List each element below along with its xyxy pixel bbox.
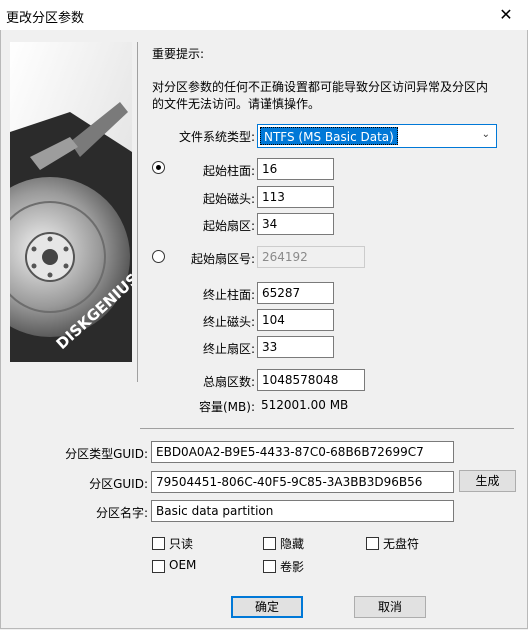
ok-button[interactable]: 确定 <box>231 596 303 618</box>
fs-type-value: NTFS (MS Basic Data) <box>260 127 398 145</box>
end-head-field[interactable]: 104 <box>257 309 334 331</box>
start-head-label: 起始磁头: <box>202 192 255 206</box>
total-sectors-label: 总扇区数: <box>202 375 255 389</box>
capacity-value: 512001.00 MB <box>261 398 349 412</box>
hidden-checkbox[interactable] <box>263 537 276 550</box>
start-lba-field[interactable]: 264192 <box>257 246 365 268</box>
notice-line-1: 对分区参数的任何不正确设置都可能导致分区访问异常及分区内 <box>152 80 489 94</box>
start-sector-label: 起始扇区: <box>202 219 255 233</box>
shadow-label: 卷影 <box>280 560 305 574</box>
radio-chs-start[interactable] <box>152 161 165 174</box>
title-bar: 更改分区参数 ✕ <box>0 0 528 30</box>
partition-name-label: 分区名字: <box>95 506 148 520</box>
end-head-label: 终止磁头: <box>202 315 255 329</box>
vertical-divider <box>137 42 138 382</box>
generate-guid-button[interactable]: 生成 <box>459 470 516 492</box>
start-lba-label: 起始扇区号: <box>190 252 255 266</box>
end-sector-field[interactable]: 33 <box>257 336 334 358</box>
start-cylinder-label: 起始柱面: <box>202 164 255 178</box>
start-sector-field[interactable]: 34 <box>257 213 334 235</box>
radio-lba-start[interactable] <box>152 250 165 263</box>
total-sectors-field[interactable]: 1048578048 <box>257 369 365 391</box>
cancel-button[interactable]: 取消 <box>354 596 426 618</box>
notice-line-2: 的文件无法访问。请谨慎操作。 <box>152 97 321 111</box>
partition-name-field[interactable]: Basic data partition <box>151 500 454 522</box>
end-sector-label: 终止扇区: <box>202 342 255 356</box>
start-head-field[interactable]: 113 <box>257 186 334 208</box>
type-guid-field[interactable]: EBD0A0A2-B9E5-4433-87C0-68B6B72699C7 <box>151 441 454 463</box>
horizontal-divider <box>140 428 514 429</box>
start-cylinder-field[interactable]: 16 <box>257 158 334 180</box>
partition-guid-field[interactable]: 79504451-806C-40F5-9C85-3A3BB3D96B56 <box>151 471 454 493</box>
readonly-checkbox[interactable] <box>152 537 165 550</box>
hard-disk-icon: DISKGENIUS <box>10 42 132 362</box>
type-guid-label: 分区类型GUID: <box>65 447 148 461</box>
end-cylinder-label: 终止柱面: <box>202 288 255 302</box>
close-icon[interactable]: ✕ <box>484 0 528 30</box>
no-drive-letter-label: 无盘符 <box>383 537 420 551</box>
readonly-label: 只读 <box>169 537 194 551</box>
end-cylinder-field[interactable]: 65287 <box>257 282 334 304</box>
hidden-label: 隐藏 <box>280 537 305 551</box>
shadow-checkbox[interactable] <box>263 560 276 573</box>
oem-checkbox[interactable] <box>152 560 165 573</box>
fs-type-label: 文件系统类型: <box>178 130 255 144</box>
fs-type-select[interactable]: NTFS (MS Basic Data) ⌄ <box>257 124 497 148</box>
partition-guid-label: 分区GUID: <box>89 477 148 491</box>
window-title: 更改分区参数 <box>6 11 85 26</box>
oem-label: OEM <box>169 558 197 572</box>
chevron-down-icon: ⌄ <box>481 129 490 140</box>
capacity-label: 容量(MB): <box>199 400 255 414</box>
notice-heading: 重要提示: <box>152 47 205 61</box>
no-drive-letter-checkbox[interactable] <box>366 537 379 550</box>
diskgenius-illustration: DISKGENIUS <box>10 42 132 362</box>
